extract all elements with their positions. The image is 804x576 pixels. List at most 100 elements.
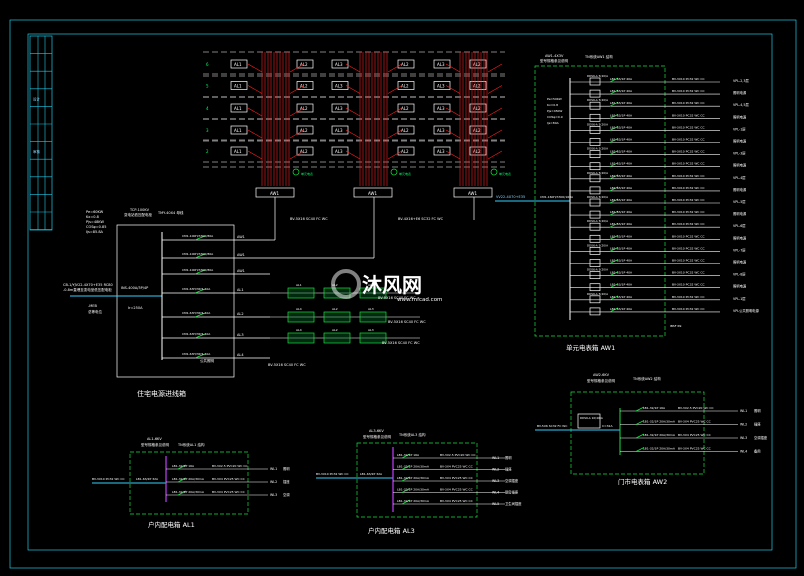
al1-cable-label: BV-3X4 PVC25 WC CC (212, 490, 245, 494)
al1-breaker-label: LB1-32/1P 20A/30mA (172, 490, 205, 494)
aw1-meter-label: DDS6-A 5(20)A (587, 292, 608, 296)
riser-red-branch (247, 63, 263, 73)
aw-label: AW1 (468, 191, 477, 196)
riser-red-branch (247, 150, 263, 160)
aw1-meter (589, 162, 601, 171)
al3-circuit-id: WL1 (492, 456, 499, 460)
aw1-breaker-label: LB1-63/1P 40A (610, 89, 633, 93)
aw1-breaker-label: LB1-63/1P 40A (610, 150, 633, 154)
riser-red-branch (247, 107, 263, 117)
aw1-breaker-label: LB1-63/1P 40A (610, 246, 633, 250)
riser-box-label: AL3 (335, 128, 343, 133)
meter-box (287, 287, 315, 299)
aw1-circuit-use: VPL-1层 (733, 296, 746, 301)
aw1-meter (589, 234, 601, 243)
unit-meter-box-diagram: AW1-4X3V型号规格参见说明 TN系统AW1 结构 Pe=50KW Kx=0.8 P… (495, 54, 760, 352)
aw1-circuit-use: 照明电源 (733, 139, 747, 144)
aw1-cable-label: BV-3X10 PC32 WC CC (672, 259, 705, 263)
aw1-meter (589, 174, 601, 183)
riser-diagram: 6 5 4 3 2 AL1 AL2 AL3 AL2 AL3 AL2 AL1 AL2 AL3 AL2 AL3 AL… (203, 51, 511, 258)
aw1-cable-label: BV-3X10 PC32 WC CC (672, 271, 705, 275)
aw2-circuit-id: WL3 (740, 436, 747, 440)
aw1-meter-label: DDS6-A 5(20)A (587, 171, 608, 175)
aw1-incoming-label: VV22-4X70+E35 (496, 195, 525, 199)
aw1-header: 型号规格参见说明 (540, 58, 568, 63)
riser-box-label: AL2 (401, 106, 409, 111)
al3-circuit-id: WL3 (492, 479, 499, 483)
feeder-breaker-label: CM1-63H/3P/4-40A (182, 352, 211, 356)
aw2-cable-label: BV-3X4 PVC25 WC CC (678, 433, 711, 437)
feeder-id: AL3 (237, 333, 244, 337)
riser-box-label: AL1 (234, 149, 242, 154)
aw1-incoming-breaker: CM1-160H/3300/160A (540, 195, 574, 199)
aw2-circuit-use: 照明 (754, 409, 761, 413)
aw1-meter (589, 101, 601, 110)
aw1-header: TN系统AW1 结构 (584, 54, 613, 59)
aw1-param: COSφ=0.9 (547, 115, 563, 119)
aw-label: AW1 (270, 191, 279, 196)
aw1-breaker-label: LB1-63/1P 40A (610, 162, 633, 166)
riser-red-branch (487, 107, 503, 117)
al3-header: 型号规格参见说明 (363, 434, 391, 439)
aw1-breaker-label: LB1-63/1P 40A (610, 222, 633, 226)
incoming-box-diagram: Pe=60KWKx=0.8Pjs=48KWCOSφ=0.85Ijs=85.8A T… (63, 208, 426, 398)
aw1-circuit-use: 照明电源 (733, 90, 747, 95)
aw2-header: 型号规格参见说明 (587, 378, 615, 383)
aw1-cable-label: BV-3X10 PC32 WC CC (672, 89, 705, 93)
al1-circuit-use: 空调 (283, 492, 290, 497)
aw1-param: Ijs=80A (547, 121, 560, 125)
riser-box-label: AL1 (234, 62, 242, 67)
meter-label: AL2 (332, 307, 338, 311)
aw2-breaker-label: LB1-32/1P 20A/30mA (643, 433, 676, 437)
side-table-border (29, 35, 53, 231)
aw1-cable-label: BV-3X10 PC32 WC CC (672, 125, 705, 129)
aw1-meter (589, 113, 601, 122)
al1-circuit-id: WL3 (270, 493, 277, 497)
riser-box-label: AL2 (473, 128, 481, 133)
aw1-breaker-label: LB1-63/1P 40A (610, 113, 633, 117)
aw1-cable-label: BV-3X10 PC32 WC CC (672, 113, 705, 117)
aw1-circuit-use: VPL-1层 (733, 126, 746, 131)
feeder-id: AW1 (237, 253, 245, 257)
al3-breaker-label: LB1-32/1P 20A/30mA (397, 476, 430, 480)
aw1-meter-label: DDS6-A 5(20)A (587, 243, 608, 247)
aw1-breaker-label: LB1-63/1P 40A (610, 138, 633, 142)
aw1-breaker-label: LB1-63/1P 40A (610, 186, 633, 190)
riser-box-label: AL2 (300, 62, 308, 67)
aw1-header: AW1-4X3V (545, 54, 564, 58)
riser-box-label: AL2 (300, 106, 308, 111)
riser-box-label: AL2 (300, 84, 308, 89)
aw1-circuit-use: VPL-3层 (733, 151, 746, 156)
aw1-meter (589, 186, 601, 195)
aw1-meter (589, 247, 601, 255)
aw2-breaker-label: LB1-32/1P 20A/30mA (643, 447, 676, 451)
aw2-circuit-use: 空调插座 (754, 435, 768, 440)
aw1-breaker-label: LB1-63/1P 40A (610, 125, 633, 129)
floor-number: 4 (206, 106, 209, 111)
riser-box-label: AL1 (234, 106, 242, 111)
aw1-circuit-use: 照明电源 (733, 187, 747, 192)
feed-label: BV-4X16+E6 SC32 FC WC (398, 217, 444, 221)
aw2-cable-label: BV-3X2.5 PVC20 WC CC (678, 406, 714, 410)
floor-number: 6 (206, 62, 209, 67)
aw1-cable-label: BV-3X10 PC32 WC CC (672, 246, 705, 250)
aw1-meter (589, 138, 601, 146)
aw1-circuit-use: 照明电源 (733, 211, 747, 216)
riser-box-label: AL3 (335, 84, 343, 89)
riser-red-branch (247, 129, 263, 139)
small-label: 单元电表 (499, 171, 511, 176)
aw1-cable-label: BV-3X10 PC32 WC CC (672, 186, 705, 190)
aw1-cable-label: BV-3X10 PC32 WC CC (672, 138, 705, 142)
aw2-main-label: DDS6-A 10(40)A (580, 416, 603, 420)
feeder-breaker-label: CM1-63H/3P/4-40A (182, 332, 211, 336)
green-marker (390, 168, 398, 176)
al1-circuit-id: WL1 (270, 467, 277, 471)
aw1-cable-label: BV-3X10 PC32 WC CC (672, 174, 705, 178)
meter-label: AL4 (296, 328, 302, 332)
aw1-breaker-label: LB1-63/1P 40A (610, 234, 633, 238)
spare-label: 公共照明 (200, 358, 214, 363)
aw1-meter (589, 295, 601, 304)
aw2-cable-label: BV-3X4 PVC25 WC CC (678, 420, 711, 424)
small-label: 单元电表 (399, 171, 411, 176)
meter-box (323, 332, 351, 344)
